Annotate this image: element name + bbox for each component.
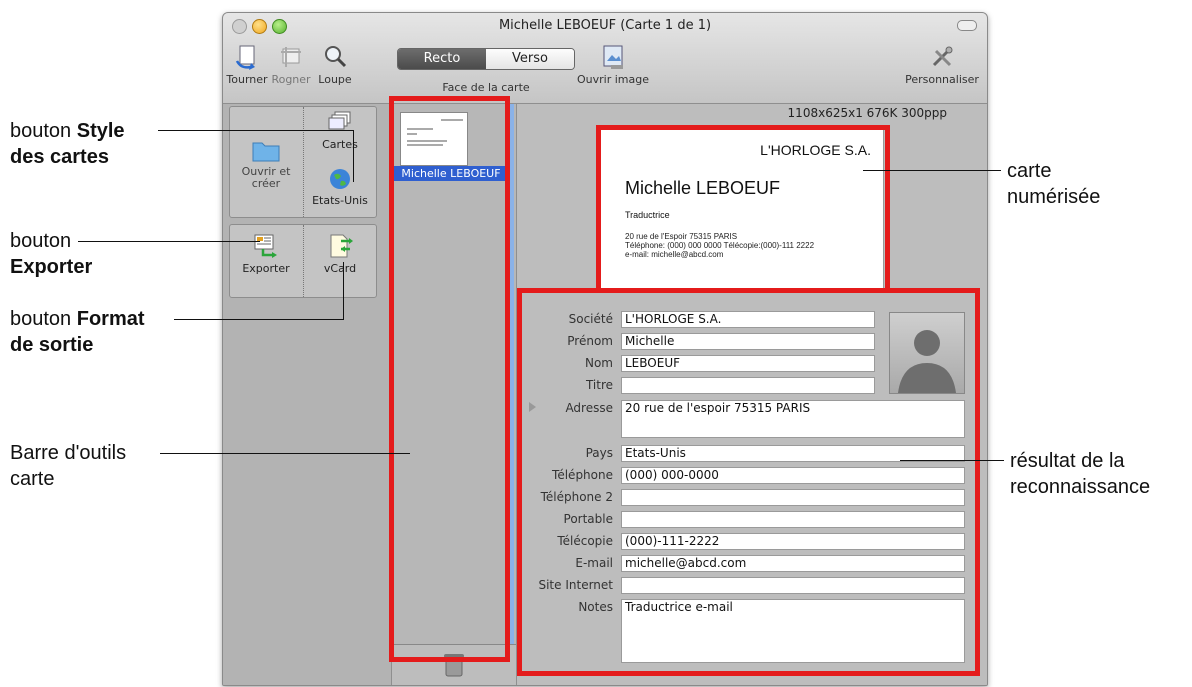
rotate-icon: [235, 45, 255, 70]
customize-button[interactable]: Personnaliser: [899, 43, 985, 86]
output-country-button[interactable]: Etats-Unis: [304, 167, 376, 207]
customize-label: Personnaliser: [905, 73, 979, 86]
country-label: Etats-Unis: [312, 194, 368, 207]
zoom-label: Loupe: [318, 73, 352, 86]
open-image-label: Ouvrir image: [577, 73, 649, 86]
leader-card-toolbar: [160, 453, 410, 454]
card-face-segmented-control[interactable]: Recto Verso: [397, 48, 575, 70]
card-toolbar-panel: Ouvrir et créer Cartes Etats-Unis Export…: [223, 104, 392, 685]
recto-tab[interactable]: Recto: [398, 49, 486, 69]
open-create-button[interactable]: Ouvrir et créer: [230, 137, 302, 190]
recognition-result-highlight: [517, 288, 980, 676]
leader-scanned-card: [863, 170, 1001, 171]
leader-card-style-down: [353, 130, 354, 182]
leader-recognition-result: [900, 460, 1004, 461]
toolbar-toggle-button[interactable]: [957, 20, 977, 31]
leader-output-format-up: [343, 262, 344, 320]
card-face-label: Face de la carte: [442, 81, 530, 94]
callout-scanned-card: carte numérisée: [1007, 160, 1101, 208]
export-button[interactable]: Exporter: [230, 233, 302, 275]
magnifier-icon: [325, 46, 347, 68]
crop-icon: [281, 47, 301, 67]
scanned-card-highlight: [596, 125, 890, 293]
tools-icon: [932, 46, 953, 67]
globe-icon: [330, 169, 350, 189]
callout-export: bouton Exporter: [10, 230, 93, 278]
callout-output-format: bouton Format de sortie: [10, 308, 145, 356]
callout-card-toolbar: Barre d'outils carte: [10, 442, 127, 490]
export-group: Exporter vCard: [229, 224, 377, 298]
callout-card-style: bouton Style des cartes: [10, 120, 125, 168]
verso-tab[interactable]: Verso: [486, 49, 574, 69]
open-image-icon: [603, 45, 623, 69]
open-image-button[interactable]: Ouvrir image: [573, 43, 653, 86]
leader-card-style: [158, 130, 354, 131]
callout-recognition-result: résultat de la reconnaissance: [1010, 450, 1151, 498]
export-icon: [254, 234, 277, 258]
export-label: Exporter: [242, 262, 290, 275]
window-title: Michelle LEBOEUF (Carte 1 de 1): [498, 18, 712, 33]
leader-output-format: [174, 319, 344, 320]
vcard-label: vCard: [323, 262, 357, 275]
rotate-label: Tourner: [226, 73, 268, 86]
open-create-label: Ouvrir et créer: [241, 165, 291, 190]
leader-export: [78, 241, 260, 242]
open-create-group: Ouvrir et créer Cartes Etats-Unis: [229, 106, 377, 218]
title-bar: Michelle LEBOEUF (Carte 1 de 1) Tourner …: [223, 13, 987, 104]
crop-label: Rogner: [271, 73, 311, 86]
cards-stack-icon: [328, 111, 351, 130]
vcard-format-icon: [330, 234, 353, 258]
image-info: 1108x625x1 676K 300ppp: [787, 106, 947, 120]
card-style-button[interactable]: Cartes: [304, 111, 376, 151]
crop-button[interactable]: Rogner: [269, 43, 313, 86]
output-format-button[interactable]: vCard: [304, 233, 376, 275]
zoom-tool-button[interactable]: Loupe: [313, 43, 357, 86]
rotate-button[interactable]: Tourner: [225, 43, 269, 86]
card-toolbar-highlight: [389, 96, 510, 662]
folder-icon: [252, 142, 280, 162]
